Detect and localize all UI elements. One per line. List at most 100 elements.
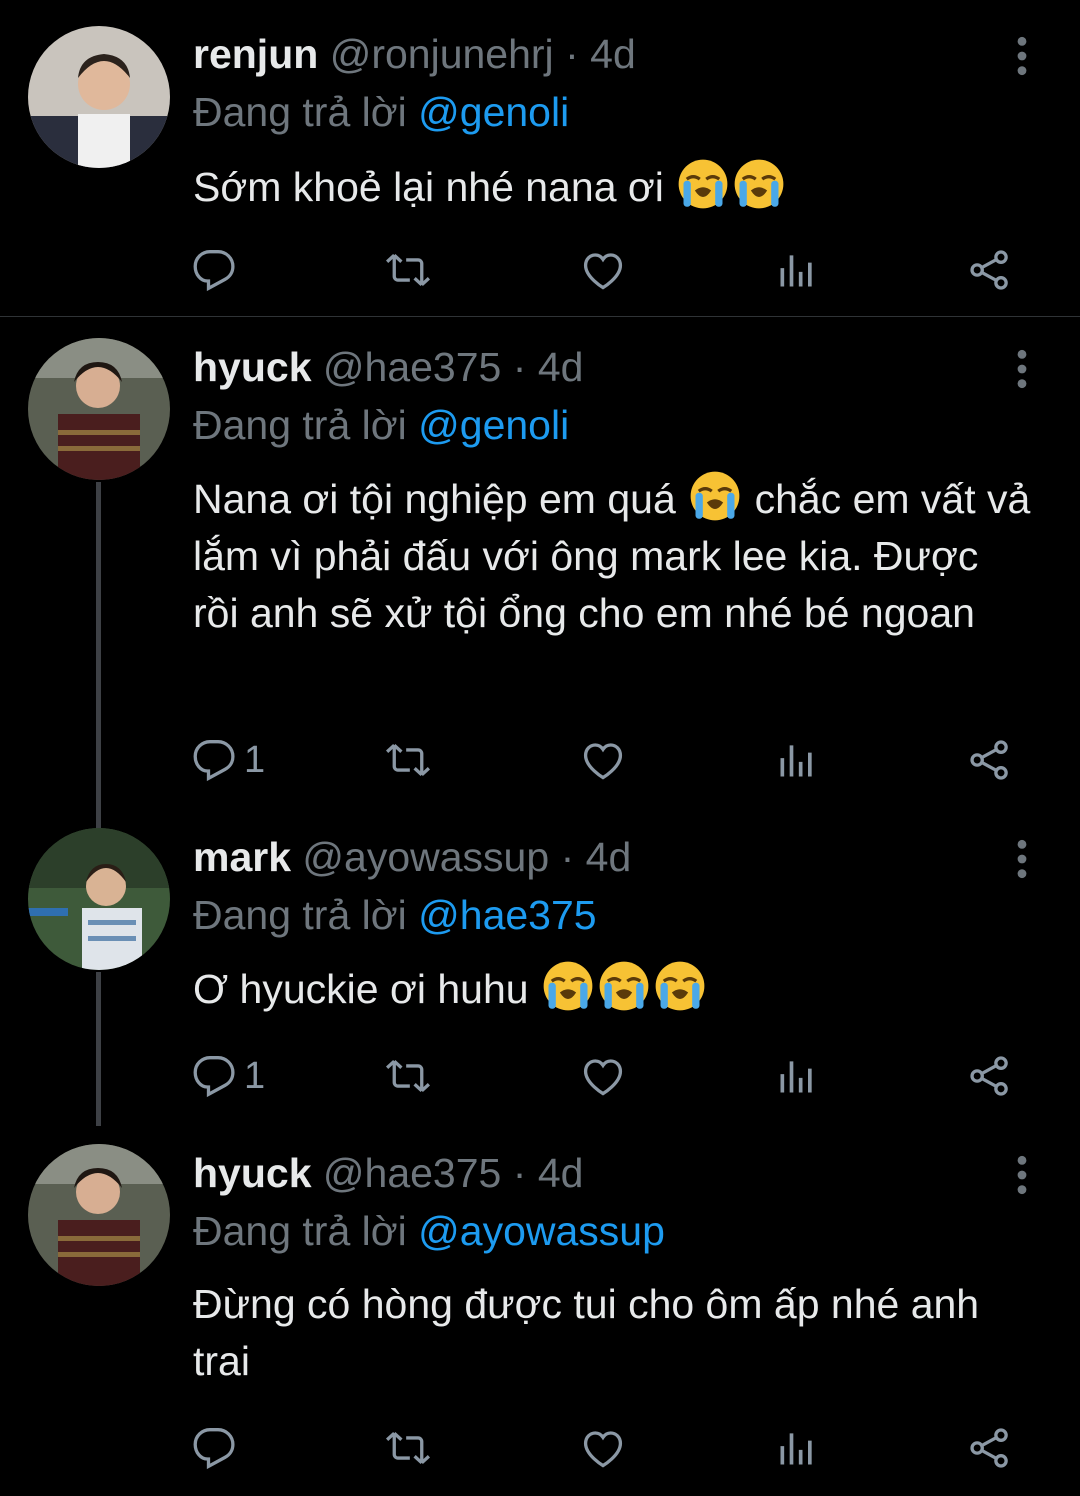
tweet-header: renjun @ronjunehrj · 4d — [193, 30, 636, 78]
avatar[interactable] — [28, 338, 170, 480]
timestamp[interactable]: 4d — [590, 31, 636, 77]
replying-label: Đang trả lời — [193, 402, 407, 448]
tweet[interactable]: hyuck @hae375 · 4d Đang trả lời @genoli … — [0, 318, 1080, 830]
display-name[interactable]: hyuck — [193, 1150, 312, 1196]
more-options-icon[interactable] — [1000, 34, 1044, 78]
mention-link[interactable]: @genoli — [418, 89, 569, 135]
tweet-actions: 1 — [0, 730, 1080, 790]
reply-icon — [192, 248, 236, 292]
retweet-icon — [386, 738, 430, 782]
avatar[interactable] — [28, 1144, 170, 1286]
analytics-icon — [775, 1054, 819, 1098]
separator: · — [560, 834, 575, 880]
like-icon — [581, 738, 625, 782]
tweet-text-content: Ơ hyuckie ơi huhu — [193, 966, 529, 1012]
like-button[interactable] — [581, 1418, 625, 1478]
retweet-button[interactable] — [386, 1046, 430, 1106]
retweet-icon — [386, 248, 430, 292]
tweet-actions — [0, 1418, 1080, 1478]
display-name[interactable]: hyuck — [193, 344, 312, 390]
reply-button[interactable]: 1 — [192, 1046, 265, 1106]
reply-icon — [192, 738, 236, 782]
retweet-button[interactable] — [386, 730, 430, 790]
like-icon — [581, 1054, 625, 1098]
separator: · — [512, 1150, 527, 1196]
tweet-text-content: Nana ơi tội nghiệp em quá — [193, 476, 676, 522]
replying-to: Đang trả lời @ayowassup — [193, 1207, 665, 1255]
mention-link[interactable]: @genoli — [418, 402, 569, 448]
replying-label: Đang trả lời — [193, 89, 407, 135]
retweet-icon — [386, 1054, 430, 1098]
reply-button[interactable] — [192, 240, 244, 300]
avatar[interactable] — [28, 26, 170, 168]
analytics-button[interactable] — [775, 240, 819, 300]
divider — [0, 316, 1080, 317]
tweet-text: Nana ơi tội nghiệp em quá chắc em vất vả… — [193, 470, 1033, 642]
share-button[interactable] — [968, 1046, 1012, 1106]
reply-count: 1 — [244, 738, 266, 781]
share-button[interactable] — [968, 240, 1012, 300]
replying-to: Đang trả lời @genoli — [193, 401, 569, 449]
share-icon — [968, 738, 1012, 782]
analytics-button[interactable] — [775, 1418, 819, 1478]
username[interactable]: @ronjunehrj — [330, 31, 554, 77]
analytics-button[interactable] — [775, 730, 819, 790]
separator: · — [565, 31, 579, 77]
tweet-text: Ơ hyuckie ơi huhu — [193, 960, 1033, 1018]
username[interactable]: @ayowassup — [302, 834, 549, 880]
like-button[interactable] — [581, 240, 625, 300]
reply-button[interactable] — [192, 1418, 244, 1478]
loudly-crying-face-emoji — [654, 960, 706, 1012]
like-button[interactable] — [581, 1046, 625, 1106]
loudly-crying-face-emoji — [542, 960, 594, 1012]
analytics-icon — [775, 738, 819, 782]
tweet-header: hyuck @hae375 · 4d — [193, 1149, 583, 1197]
more-options-icon[interactable] — [1000, 837, 1044, 881]
mention-link[interactable]: @hae375 — [418, 892, 596, 938]
tweet-text: Đừng có hòng được tui cho ôm ấp nhé anh … — [193, 1276, 1033, 1390]
retweet-icon — [386, 1426, 430, 1470]
loudly-crying-face-emoji — [733, 158, 785, 210]
share-button[interactable] — [968, 1418, 1012, 1478]
analytics-button[interactable] — [775, 1046, 819, 1106]
tweet-header: mark @ayowassup · 4d — [193, 833, 631, 881]
analytics-icon — [775, 248, 819, 292]
timestamp[interactable]: 4d — [586, 834, 632, 880]
more-options-icon[interactable] — [1000, 1153, 1044, 1197]
username[interactable]: @hae375 — [323, 344, 501, 390]
mention-link[interactable]: @ayowassup — [418, 1208, 665, 1254]
tweet[interactable]: mark @ayowassup · 4d Đang trả lời @hae37… — [0, 808, 1080, 1126]
share-icon — [968, 1054, 1012, 1098]
tweet[interactable]: hyuck @hae375 · 4d Đang trả lời @ayowass… — [0, 1124, 1080, 1496]
timestamp[interactable]: 4d — [538, 344, 584, 390]
like-icon — [581, 1426, 625, 1470]
loudly-crying-face-emoji — [689, 470, 741, 522]
tweet-text-content: Đừng có hòng được tui cho ôm ấp nhé anh … — [193, 1281, 980, 1384]
avatar[interactable] — [28, 828, 170, 970]
replying-to: Đang trả lời @genoli — [193, 88, 569, 136]
tweet-header: hyuck @hae375 · 4d — [193, 343, 583, 391]
replying-to: Đang trả lời @hae375 — [193, 891, 597, 939]
tweet-actions: 1 — [0, 1046, 1080, 1106]
tweet[interactable]: renjun @ronjunehrj · 4d Đang trả lời @ge… — [0, 0, 1080, 316]
tweet-text-content: Sớm khoẻ lại nhé nana ơi — [193, 164, 664, 210]
tweet-actions — [0, 240, 1080, 300]
loudly-crying-face-emoji — [598, 960, 650, 1012]
loudly-crying-face-emoji — [677, 158, 729, 210]
share-button[interactable] — [968, 730, 1012, 790]
like-button[interactable] — [581, 730, 625, 790]
username[interactable]: @hae375 — [323, 1150, 501, 1196]
display-name[interactable]: renjun — [193, 31, 318, 77]
retweet-button[interactable] — [386, 240, 430, 300]
more-options-icon[interactable] — [1000, 347, 1044, 391]
retweet-button[interactable] — [386, 1418, 430, 1478]
reply-icon — [192, 1426, 236, 1470]
share-icon — [968, 248, 1012, 292]
reply-icon — [192, 1054, 236, 1098]
tweet-text: Sớm khoẻ lại nhé nana ơi — [193, 158, 1033, 216]
timestamp[interactable]: 4d — [538, 1150, 584, 1196]
reply-button[interactable]: 1 — [192, 730, 265, 790]
analytics-icon — [775, 1426, 819, 1470]
display-name[interactable]: mark — [193, 834, 291, 880]
replying-label: Đang trả lời — [193, 892, 407, 938]
